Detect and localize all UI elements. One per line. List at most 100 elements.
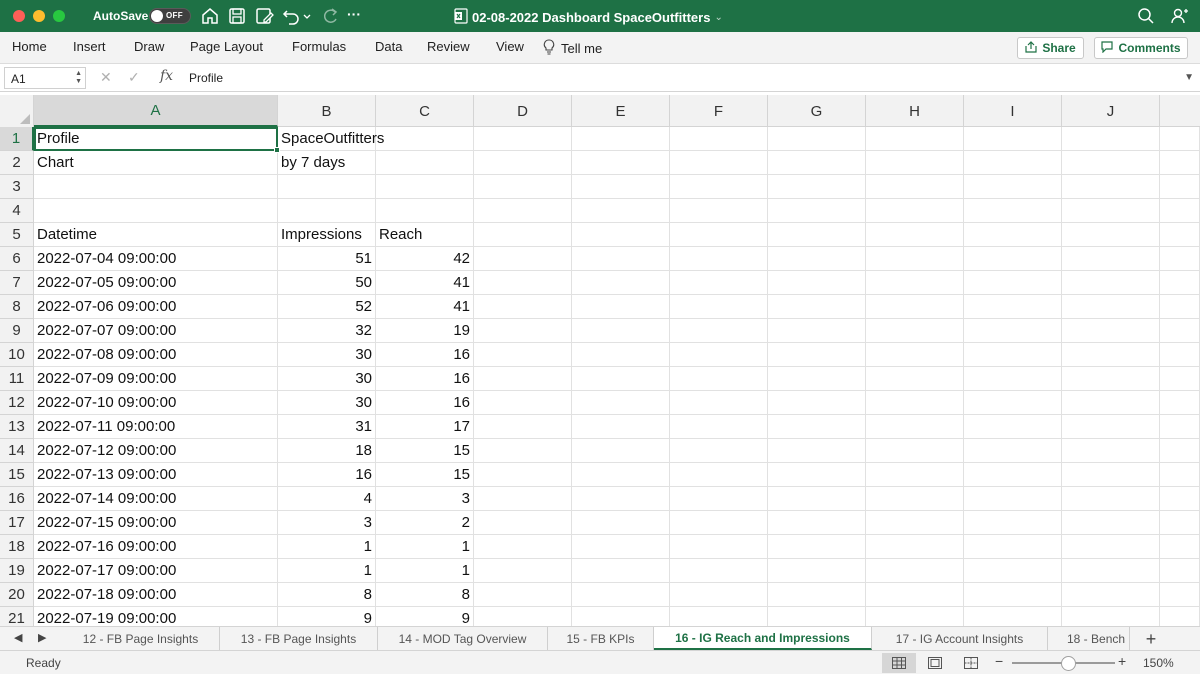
cell[interactable] — [474, 535, 572, 559]
cell[interactable] — [670, 175, 768, 199]
row-header[interactable]: 21 — [0, 607, 34, 626]
cell[interactable] — [474, 319, 572, 343]
cell[interactable] — [866, 535, 964, 559]
cell[interactable] — [1062, 367, 1160, 391]
column-header-h[interactable]: H — [866, 95, 964, 127]
cell[interactable]: 42 — [376, 247, 474, 271]
cell[interactable] — [1062, 175, 1160, 199]
row-header[interactable]: 17 — [0, 511, 34, 535]
cell[interactable]: 2022-07-11 09:00:00 — [34, 415, 278, 439]
cell[interactable] — [572, 463, 670, 487]
column-header-a[interactable]: A — [34, 95, 278, 127]
cell[interactable] — [964, 247, 1062, 271]
cell[interactable]: Impressions — [278, 223, 376, 247]
cell[interactable]: 2022-07-19 09:00:00 — [34, 607, 278, 626]
cell[interactable] — [1062, 415, 1160, 439]
cell[interactable]: 2 — [376, 511, 474, 535]
cell[interactable] — [768, 175, 866, 199]
cell[interactable]: 41 — [376, 271, 474, 295]
cell[interactable] — [670, 343, 768, 367]
cell[interactable] — [474, 223, 572, 247]
cell[interactable] — [768, 271, 866, 295]
cell[interactable]: 2022-07-05 09:00:00 — [34, 271, 278, 295]
cell[interactable] — [768, 343, 866, 367]
sheet-tab-14[interactable]: 14 - MOD Tag Overview — [378, 627, 548, 650]
cell[interactable] — [474, 271, 572, 295]
cell[interactable]: 1 — [376, 559, 474, 583]
cell[interactable] — [670, 367, 768, 391]
cell[interactable] — [964, 559, 1062, 583]
cell[interactable] — [768, 199, 866, 223]
cell[interactable] — [964, 151, 1062, 175]
insert-function-button[interactable]: fx — [160, 68, 173, 84]
autosave-toggle[interactable]: OFF — [149, 8, 191, 24]
cell[interactable] — [768, 151, 866, 175]
cell[interactable] — [1062, 199, 1160, 223]
cell[interactable] — [376, 127, 474, 151]
cell[interactable]: Profile — [34, 127, 278, 151]
cell[interactable] — [572, 127, 670, 151]
zoom-level[interactable]: 150% — [1143, 656, 1174, 670]
cell[interactable] — [964, 295, 1062, 319]
row-header[interactable]: 18 — [0, 535, 34, 559]
cell[interactable] — [768, 319, 866, 343]
cell[interactable] — [572, 271, 670, 295]
cell[interactable] — [1160, 343, 1200, 367]
cell[interactable] — [1062, 583, 1160, 607]
cell[interactable] — [1062, 487, 1160, 511]
cell[interactable] — [964, 463, 1062, 487]
cell[interactable] — [278, 175, 376, 199]
cell[interactable] — [1160, 367, 1200, 391]
cell[interactable] — [1160, 127, 1200, 151]
cell[interactable] — [1160, 319, 1200, 343]
cell[interactable] — [572, 151, 670, 175]
cell[interactable] — [572, 343, 670, 367]
cell[interactable] — [670, 559, 768, 583]
cell[interactable]: 3 — [278, 511, 376, 535]
cell[interactable]: 32 — [278, 319, 376, 343]
cell[interactable] — [1160, 535, 1200, 559]
cell[interactable] — [1160, 415, 1200, 439]
cell[interactable] — [964, 583, 1062, 607]
cell[interactable]: 2022-07-08 09:00:00 — [34, 343, 278, 367]
tab-insert[interactable]: Insert — [73, 39, 106, 54]
cancel-icon[interactable]: ✕ — [100, 69, 112, 86]
cell[interactable] — [964, 487, 1062, 511]
redo-icon[interactable] — [320, 6, 340, 26]
cell[interactable]: 1 — [278, 535, 376, 559]
page-layout-view-icon[interactable] — [918, 653, 952, 673]
cell[interactable] — [1062, 271, 1160, 295]
comments-button[interactable]: Comments — [1094, 37, 1188, 59]
cell[interactable]: 2022-07-16 09:00:00 — [34, 535, 278, 559]
cell[interactable] — [572, 535, 670, 559]
cell[interactable]: 2022-07-04 09:00:00 — [34, 247, 278, 271]
cell[interactable]: 1 — [376, 535, 474, 559]
row-header[interactable]: 6 — [0, 247, 34, 271]
cell[interactable]: 8 — [376, 583, 474, 607]
cell[interactable] — [474, 463, 572, 487]
cell[interactable] — [572, 511, 670, 535]
cell[interactable] — [670, 463, 768, 487]
cell[interactable] — [474, 127, 572, 151]
undo-icon[interactable] — [281, 6, 301, 26]
cell[interactable]: 1 — [278, 559, 376, 583]
cell[interactable] — [964, 271, 1062, 295]
row-header[interactable]: 10 — [0, 343, 34, 367]
cell[interactable] — [1062, 223, 1160, 247]
sheet-tab-15[interactable]: 15 - FB KPIs — [548, 627, 654, 650]
cell[interactable] — [474, 343, 572, 367]
cell[interactable]: 2022-07-14 09:00:00 — [34, 487, 278, 511]
save-as-icon[interactable] — [254, 6, 274, 26]
cell[interactable]: 18 — [278, 439, 376, 463]
cell[interactable] — [1160, 295, 1200, 319]
cell[interactable] — [670, 223, 768, 247]
page-break-view-icon[interactable] — [954, 653, 988, 673]
expand-formula-bar-icon[interactable]: ▼ — [1184, 72, 1194, 83]
cell[interactable] — [964, 223, 1062, 247]
tab-data[interactable]: Data — [375, 39, 402, 54]
sheet-tab-17[interactable]: 17 - IG Account Insights — [872, 627, 1048, 650]
cell[interactable] — [572, 295, 670, 319]
cell[interactable] — [768, 415, 866, 439]
cell[interactable] — [474, 439, 572, 463]
cell[interactable] — [278, 199, 376, 223]
